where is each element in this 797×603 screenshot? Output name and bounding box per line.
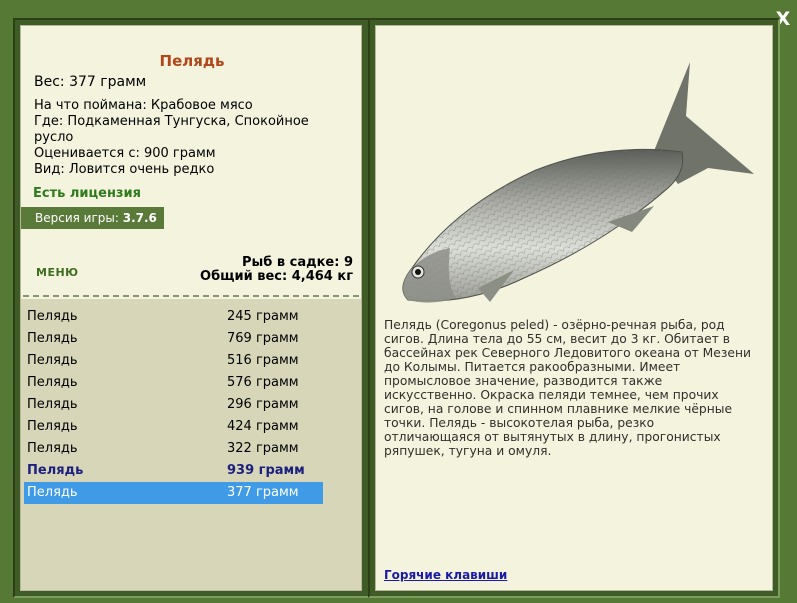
list-item[interactable]: Пелядь 576 грамм xyxy=(24,372,323,394)
fish-head xyxy=(402,248,456,303)
list-item[interactable]: Пелядь 424 грамм xyxy=(24,416,323,438)
divider xyxy=(23,295,359,297)
caught-on: На что поймана: Крабовое мясо xyxy=(34,98,253,113)
version-label: Версия игры: xyxy=(35,211,119,225)
version-value: 3.7.6 xyxy=(122,211,157,225)
list-item[interactable]: Пелядь 322 грамм xyxy=(24,438,323,460)
fish-image xyxy=(402,62,754,303)
fish-weight: Вес: 377 грамм xyxy=(34,74,146,90)
list-item-best[interactable]: Пелядь 939 грамм xyxy=(24,460,323,482)
list-item[interactable]: Пелядь 769 грамм xyxy=(24,328,323,350)
fish-weight-label: Вес: xyxy=(34,74,65,90)
valued-from: Оценивается с: 900 грамм xyxy=(34,146,216,161)
fish-weight-value: 377 грамм xyxy=(69,74,147,90)
catch-location: Где: Подкаменная Тунгуска, Спокойное рус… xyxy=(34,114,309,145)
fish-title: Пелядь xyxy=(159,52,225,70)
fish-description-panel: Пелядь (Coregonus peled) - озёрно-речная… xyxy=(375,25,773,591)
list-item[interactable]: Пелядь 245 грамм xyxy=(24,306,323,328)
hotkeys-link[interactable]: Горячие клавиши xyxy=(384,568,507,582)
fish-description: Пелядь (Coregonus peled) - озёрно-речная… xyxy=(384,318,751,458)
fish-kind: Вид: Ловится очень редко xyxy=(34,162,215,177)
license-status: Есть лицензия xyxy=(33,186,141,201)
list-item[interactable]: Пелядь 516 грамм xyxy=(24,350,323,372)
list-item-selected[interactable]: Пелядь 377 грамм xyxy=(24,482,323,504)
list-item[interactable]: Пелядь 296 грамм xyxy=(24,394,323,416)
fish-count: Рыб в садке: 9 xyxy=(241,255,353,270)
menu-button[interactable]: МЕНЮ xyxy=(36,266,79,279)
game-version: Версия игры: 3.7.6 xyxy=(21,207,164,229)
fish-info-panel: Пелядь Вес: 377 грамм На что поймана: Кр… xyxy=(20,25,362,591)
catch-list: Пелядь 245 грамм Пелядь 769 грамм Пелядь 51… xyxy=(21,299,361,590)
total-weight: Общий вес: 4,464 кг xyxy=(200,269,353,284)
